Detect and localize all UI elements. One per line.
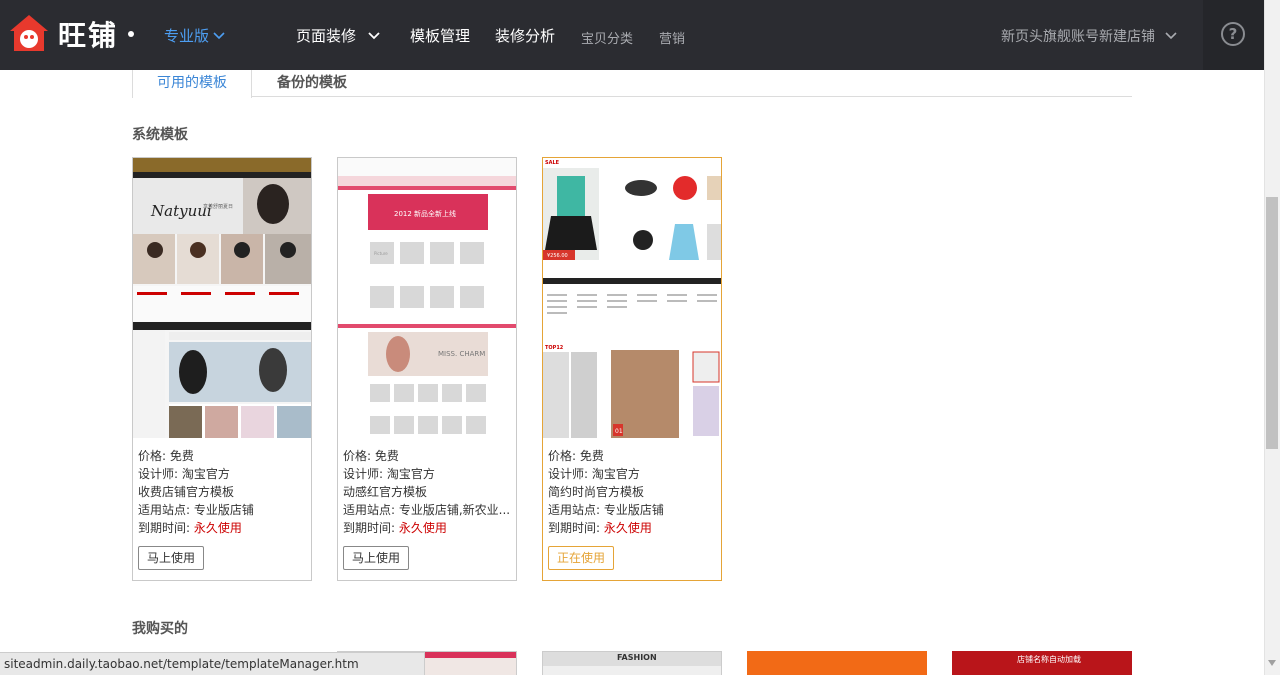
template-card-current: SALE ¥256.00 TOP12 01 价格: 免费 设计师: 淘宝官方 简… [542,157,722,581]
top-bar: 旺铺 专业版 页面装修 模板管理 装修分析 宝贝分类 营销 新页头旗舰账号新建店… [0,0,1264,70]
thumb-sale: SALE [545,160,560,166]
bought-thumb-label: 店铺名称自动加载 [1017,655,1081,664]
bought-template-thumbnail[interactable] [747,651,927,675]
app-window: 旺铺 专业版 页面装修 模板管理 装修分析 宝贝分类 营销 新页头旗舰账号新建店… [0,0,1280,675]
price-row: 价格: 免费 [548,449,604,463]
template-name: 收费店铺官方模板 [138,485,235,499]
template-tabs: 可用的模板 备份的模板 [132,70,1132,98]
system-templates-heading: 系统模板 [132,127,188,143]
thumb-banner-text: 享着舒丽夏日 [203,203,233,210]
logo-text: 旺铺 [58,19,119,52]
thumb-top: TOP12 [545,345,564,351]
shop-name: 新页头旗舰账号新建店铺 [1001,29,1155,45]
scrollbar-thumb[interactable] [1266,197,1278,449]
chevron-down-icon [1165,32,1177,40]
bought-template-thumbnail[interactable]: FASHION [542,651,722,675]
use-now-button[interactable]: 马上使用 [138,546,205,570]
site-row: 适用站点: 专业版店铺,新农业... [343,503,511,517]
bought-template-thumbnail[interactable]: 店铺名称自动加载 [952,651,1132,675]
thumb-rank: 01 [615,428,623,435]
bought-thumb-label: FASHION [617,653,657,662]
template-info: 价格: 免费 设计师: 淘宝官方 动感红官方模板 适用站点: 专业版店铺,新农业… [343,447,513,537]
chevron-down-icon [368,31,380,39]
nav-item-category-label: 宝贝分类 [581,32,634,47]
template-thumbnail[interactable]: Natyuui 享着舒丽夏日 [133,158,311,438]
price-row: 价格: 免费 [343,449,399,463]
thumb-price-tag: ¥256.00 [547,253,568,259]
chevron-down-icon [213,31,225,39]
tab-backup-templates[interactable]: 备份的模板 [252,70,372,98]
nav-decoration-analysis[interactable]: 装修分析 [495,25,555,46]
template-card: Natyuui 享着舒丽夏日 价格: 免费 设计师: 淘宝官方 收费店铺官方模板… [132,157,312,581]
designer-row: 设计师: 淘宝官方 [138,467,230,481]
nav-template-management[interactable]: 模板管理 [410,25,470,46]
thumb-banner-text: 2012 新品全新上线 [394,209,456,218]
nav-decoration-analysis-label: 装修分析 [495,27,556,45]
template-info: 价格: 免费 设计师: 淘宝官方 简约时尚官方模板 适用站点: 专业版店铺 到期… [548,447,718,537]
expire-row: 到期时间: 永久使用 [138,521,242,535]
template-info: 价格: 免费 设计师: 淘宝官方 收费店铺官方模板 适用站点: 专业版店铺 到期… [138,447,308,537]
shop-dropdown[interactable]: 新页头旗舰账号新建店铺 [1001,26,1177,46]
edition-label: 专业版 [164,27,210,45]
use-now-button[interactable]: 马上使用 [343,546,410,570]
template-card: 2012 新品全新上线 MISS. CHARM Picture 价格: 免费 设… [337,157,517,581]
designer-row: 设计师: 淘宝官方 [343,467,435,481]
nav-item-category[interactable]: 宝贝分类 [581,28,633,47]
site-row: 适用站点: 专业版店铺 [138,503,254,517]
logo-icon [8,13,50,55]
site-row: 适用站点: 专业版店铺 [548,503,664,517]
thumb-tile-text: Picture [374,251,388,256]
nav-page-decoration[interactable]: 页面装修 [296,25,380,46]
price-row: 价格: 免费 [138,449,194,463]
nav-marketing[interactable]: 营销 [659,28,685,47]
template-thumbnail[interactable]: SALE ¥256.00 TOP12 01 [543,158,721,438]
scroll-down-arrow-icon[interactable] [1268,660,1276,666]
logo-dot [128,31,135,37]
nav-template-management-label: 模板管理 [410,27,471,45]
nav-page-decoration-label: 页面装修 [296,27,357,45]
expire-row: 到期时间: 永久使用 [548,521,652,535]
tab-available-templates[interactable]: 可用的模板 [132,70,252,98]
bought-templates-heading: 我购买的 [132,621,188,637]
template-name: 简约时尚官方模板 [548,485,645,499]
template-thumbnail[interactable]: 2012 新品全新上线 MISS. CHARM Picture [338,158,516,438]
nav-marketing-label: 营销 [659,32,686,47]
help-icon[interactable]: ? [1221,22,1245,46]
in-use-button[interactable]: 正在使用 [548,546,615,570]
template-name: 动感红官方模板 [343,485,428,499]
expire-row: 到期时间: 永久使用 [343,521,447,535]
edition-dropdown[interactable]: 专业版 [164,25,225,46]
wangpu-logo[interactable]: 旺铺 [8,12,135,56]
browser-status-bar: siteadmin.daily.taobao.net/template/temp… [0,652,425,675]
thumb-brand: MISS. CHARM [438,350,485,358]
designer-row: 设计师: 淘宝官方 [548,467,640,481]
